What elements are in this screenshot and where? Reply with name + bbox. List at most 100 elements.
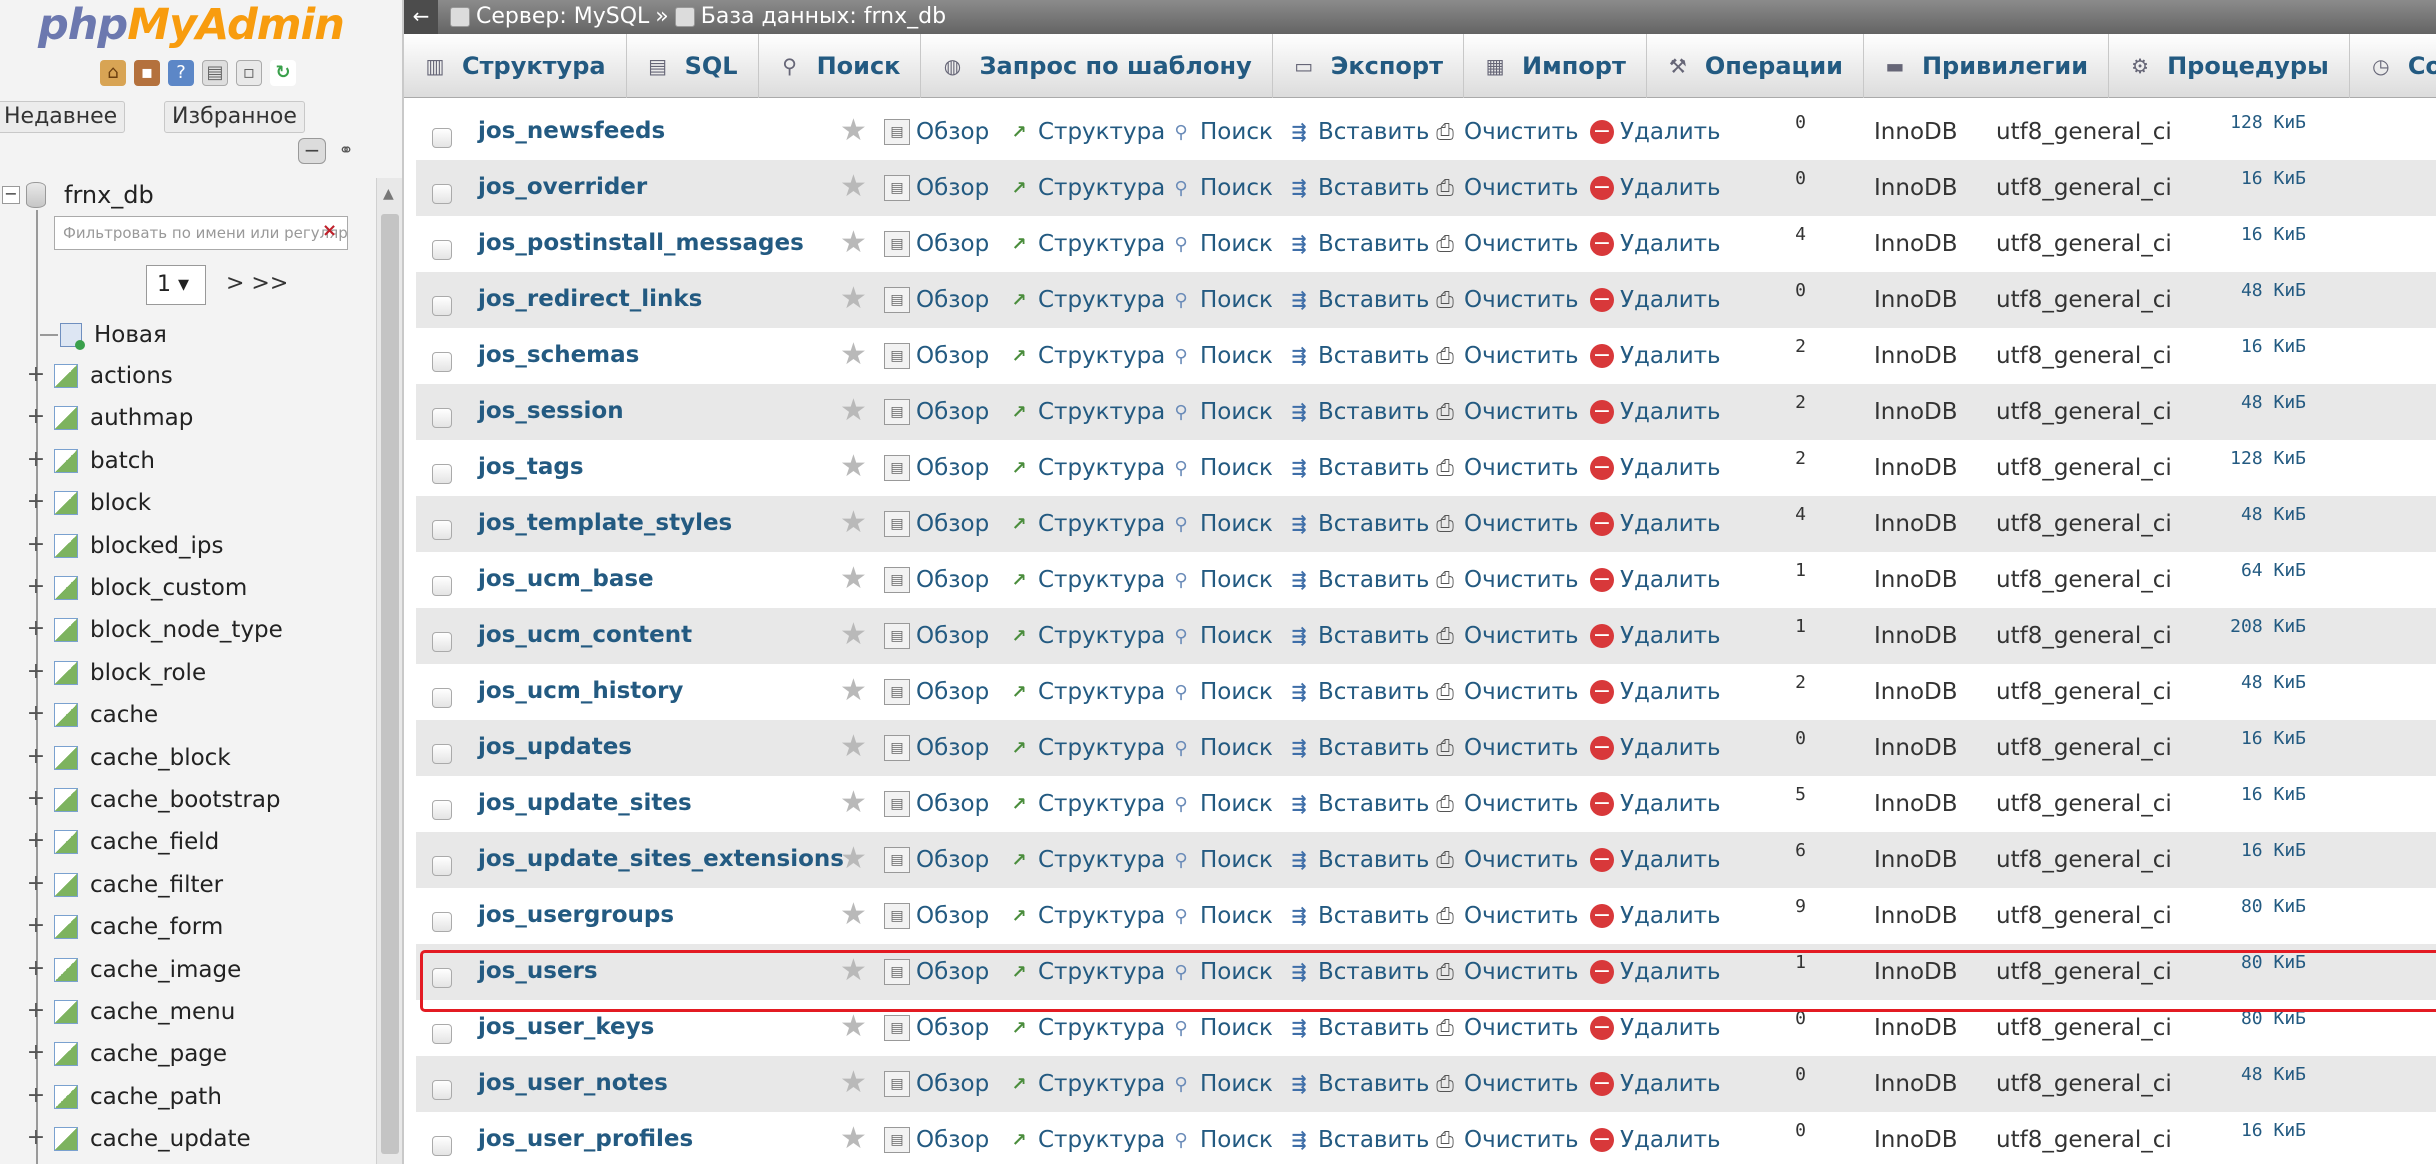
table-name-link[interactable]: jos_updates (478, 734, 632, 760)
table-icon[interactable] (54, 915, 78, 940)
sidebar-table-item[interactable]: + block_role (26, 657, 206, 689)
sidebar-table-item[interactable]: + block_node_type (26, 614, 283, 646)
sidebar-table-label[interactable]: cache_update (90, 1126, 251, 1152)
insert-action[interactable]: ⇶ Вставить (1286, 959, 1429, 985)
row-checkbox[interactable] (432, 128, 452, 148)
sidebar-table-label[interactable]: block (90, 490, 151, 516)
recent-tables-tab[interactable]: Недавнее (0, 101, 126, 133)
row-checkbox[interactable] (432, 576, 452, 596)
insert-action[interactable]: ⇶ Вставить (1286, 511, 1429, 537)
sidebar-table-label[interactable]: cache_menu (90, 999, 235, 1025)
drop-action[interactable]: − Удалить (1590, 847, 1721, 873)
sidebar-table-item[interactable]: + authmap (26, 402, 194, 434)
favorite-star-icon[interactable]: ★ (840, 1012, 867, 1042)
structure-action[interactable]: ↗ Структура (1006, 847, 1165, 873)
table-name-link[interactable]: jos_user_profiles (478, 1126, 693, 1152)
browse-action[interactable]: ▤ Обзор (884, 399, 989, 425)
structure-action[interactable]: ↗ Структура (1006, 567, 1165, 593)
drop-action[interactable]: − Удалить (1590, 119, 1721, 145)
browse-action[interactable]: ▤ Обзор (884, 175, 989, 201)
search-action[interactable]: ⚲ Поиск (1168, 903, 1272, 929)
row-checkbox[interactable] (432, 464, 452, 484)
favorite-star-icon[interactable]: ★ (840, 732, 867, 762)
sidebar-table-label[interactable]: blocked_ips (90, 533, 223, 559)
empty-action[interactable]: ⎙ Очистить (1432, 287, 1578, 313)
table-name-link[interactable]: jos_ucm_base (478, 566, 654, 592)
expand-icon[interactable]: + (26, 1127, 46, 1149)
table-name-link[interactable]: jos_postinstall_messages (478, 230, 804, 256)
sidebar-table-label[interactable]: cache_bootstrap (90, 787, 281, 813)
insert-action[interactable]: ⇶ Вставить (1286, 175, 1429, 201)
favorite-star-icon[interactable]: ★ (840, 1068, 867, 1098)
insert-action[interactable]: ⇶ Вставить (1286, 1127, 1429, 1153)
expand-icon[interactable]: + (26, 957, 46, 980)
reload-icon[interactable]: ↻ (270, 60, 296, 86)
empty-action[interactable]: ⎙ Очистить (1432, 1015, 1578, 1041)
insert-action[interactable]: ⇶ Вставить (1286, 399, 1429, 425)
drop-action[interactable]: − Удалить (1590, 1015, 1721, 1041)
tab-query[interactable]: ◍ Запрос по шаблону (921, 33, 1273, 98)
table-name-link[interactable]: jos_ucm_content (478, 622, 692, 648)
browse-action[interactable]: ▤ Обзор (884, 623, 989, 649)
insert-action[interactable]: ⇶ Вставить (1286, 287, 1429, 313)
expand-icon[interactable]: + (26, 660, 46, 683)
drop-action[interactable]: − Удалить (1590, 399, 1721, 425)
empty-action[interactable]: ⎙ Очистить (1432, 511, 1578, 537)
sidebar-table-label[interactable]: cache_image (90, 957, 241, 983)
drop-action[interactable]: − Удалить (1590, 231, 1721, 257)
expand-icon[interactable]: + (26, 830, 46, 852)
collapse-all-button[interactable]: − (298, 138, 326, 164)
table-icon[interactable] (54, 1042, 78, 1067)
drop-action[interactable]: − Удалить (1590, 959, 1721, 985)
structure-action[interactable]: ↗ Структура (1006, 959, 1165, 985)
sidebar-table-item[interactable]: + cache_page (26, 1038, 227, 1070)
expand-icon[interactable]: + (26, 364, 46, 386)
drop-action[interactable]: − Удалить (1590, 343, 1721, 369)
tab-events[interactable]: ◷ События (2350, 34, 2436, 98)
expand-icon[interactable]: + (26, 788, 46, 810)
insert-action[interactable]: ⇶ Вставить (1286, 679, 1429, 705)
empty-action[interactable]: ⎙ Очистить (1432, 399, 1578, 425)
drop-action[interactable]: − Удалить (1590, 623, 1721, 649)
sidebar-table-item[interactable]: + cache_form (26, 911, 223, 943)
insert-action[interactable]: ⇶ Вставить (1286, 1015, 1429, 1041)
home-icon[interactable]: ⌂ (100, 60, 126, 86)
phpmyadmin-logo[interactable]: phpMyAdmin (38, 0, 345, 50)
empty-action[interactable]: ⎙ Очистить (1432, 791, 1578, 817)
structure-action[interactable]: ↗ Структура (1006, 903, 1165, 929)
sidebar-table-label[interactable]: block_custom (90, 575, 247, 601)
empty-action[interactable]: ⎙ Очистить (1432, 1127, 1578, 1153)
sidebar-table-item[interactable]: + cache_field (26, 826, 219, 858)
search-action[interactable]: ⚲ Поиск (1168, 231, 1272, 257)
tab-search[interactable]: ⚲ Поиск (759, 33, 922, 98)
empty-action[interactable]: ⎙ Очистить (1432, 231, 1578, 257)
sidebar-table-label[interactable]: cache_block (90, 745, 231, 771)
search-action[interactable]: ⚲ Поиск (1168, 847, 1272, 873)
row-checkbox[interactable] (432, 408, 452, 428)
browse-action[interactable]: ▤ Обзор (884, 1071, 989, 1097)
row-checkbox[interactable] (432, 1136, 452, 1156)
table-icon[interactable] (54, 406, 78, 431)
table-name-link[interactable]: jos_user_notes (478, 1070, 668, 1096)
drop-action[interactable]: − Удалить (1590, 511, 1721, 537)
table-name-link[interactable]: jos_newsfeeds (478, 118, 665, 144)
drop-action[interactable]: − Удалить (1590, 567, 1721, 593)
favorite-star-icon[interactable]: ★ (840, 620, 867, 650)
search-action[interactable]: ⚲ Поиск (1168, 735, 1272, 761)
row-checkbox[interactable] (432, 184, 452, 204)
search-action[interactable]: ⚲ Поиск (1168, 175, 1272, 201)
table-name-link[interactable]: jos_redirect_links (478, 286, 702, 312)
structure-action[interactable]: ↗ Структура (1006, 623, 1165, 649)
expand-icon[interactable]: + (26, 618, 46, 640)
empty-action[interactable]: ⎙ Очистить (1432, 847, 1578, 873)
table-icon[interactable] (54, 1000, 78, 1024)
drop-action[interactable]: − Удалить (1590, 455, 1721, 481)
tab-import[interactable]: ▦ Импорт (1464, 33, 1647, 98)
structure-action[interactable]: ↗ Структура (1006, 735, 1165, 761)
structure-action[interactable]: ↗ Структура (1006, 791, 1165, 817)
browse-action[interactable]: ▤ Обзор (884, 231, 989, 257)
navigation-scrollbar[interactable]: ▲ (376, 178, 402, 1164)
favorite-tables-tab[interactable]: Избранное (164, 101, 305, 133)
sidebar-table-item[interactable]: + cache_filter (26, 869, 223, 901)
expand-icon[interactable]: + (26, 703, 46, 725)
